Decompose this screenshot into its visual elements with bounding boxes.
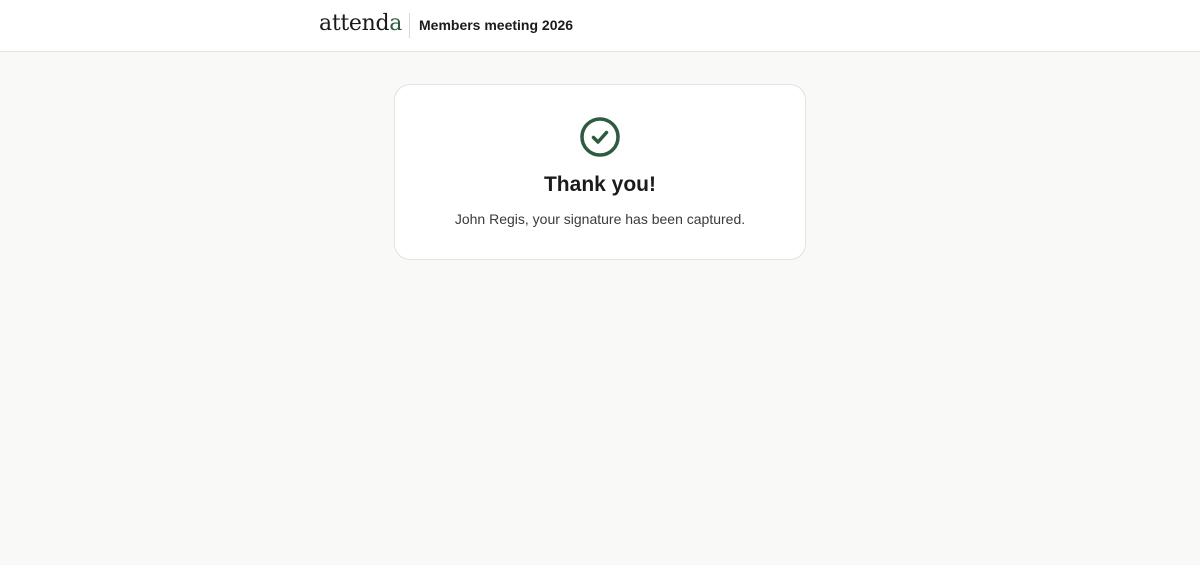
confirmation-message: John Regis, your signature has been capt…	[454, 211, 746, 227]
attenda-logo[interactable]: attenda	[319, 9, 402, 39]
check-circle-icon	[580, 117, 620, 157]
event-title: Members meeting 2026	[419, 17, 574, 33]
logo-text: attend	[319, 11, 390, 36]
header-divider	[409, 13, 410, 38]
confirmation-card: Thank you! John Regis, your signature ha…	[394, 84, 806, 260]
thank-you-heading: Thank you!	[543, 173, 656, 196]
logo-accent-letter: a	[389, 11, 403, 36]
top-bar: attenda Members meeting 2026	[0, 0, 1200, 52]
